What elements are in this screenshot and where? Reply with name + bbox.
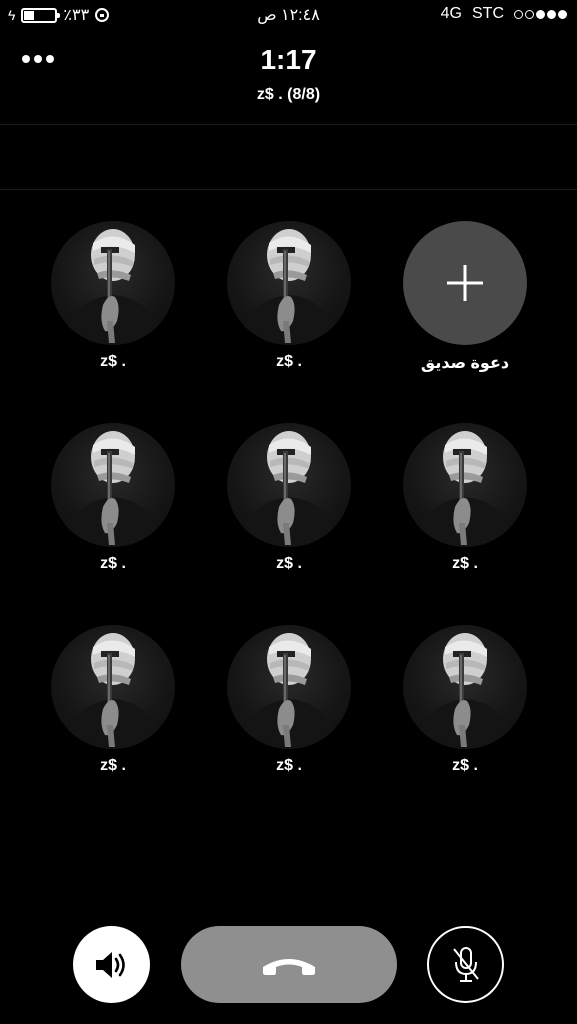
- invite-friend-label: دعوة صديق: [420, 355, 510, 372]
- avatar-image: [403, 625, 527, 749]
- avatar: [227, 221, 351, 345]
- participant-name: z$ .: [452, 555, 478, 572]
- phone-hangup-icon: [263, 958, 315, 975]
- section-divider: [0, 189, 577, 190]
- avatar: [403, 423, 527, 547]
- avatar: [403, 625, 527, 749]
- participant-name: z$ .: [100, 353, 126, 370]
- battery-fill: [24, 10, 35, 20]
- signal-strength-icon: [514, 9, 567, 19]
- status-right: 4G STC: [441, 5, 567, 23]
- status-bar: ϟ ٪٣٣ ١٢:٤٨ ص 4G STC: [0, 0, 577, 30]
- avatar-image: [227, 221, 351, 345]
- signal-dot: [558, 9, 567, 19]
- participant-name: z$ .: [276, 555, 302, 572]
- participant-name: z$ .: [100, 555, 126, 572]
- participant-tile[interactable]: z$ .: [51, 221, 175, 371]
- avatar-image: [227, 423, 351, 547]
- participant-tile[interactable]: z$ .: [51, 423, 175, 573]
- charging-icon: ϟ: [8, 7, 16, 23]
- signal-dot: [525, 9, 534, 19]
- avatar: [51, 625, 175, 749]
- avatar-image: [51, 221, 175, 345]
- participant-tile[interactable]: z$ .: [51, 625, 175, 775]
- participant-name: z$ .: [276, 757, 302, 774]
- avatar-image: [403, 423, 527, 547]
- avatar: [51, 221, 175, 345]
- mute-button[interactable]: [427, 926, 504, 1003]
- end-call-button[interactable]: [181, 926, 397, 1003]
- avatar: [227, 423, 351, 547]
- avatar-image: [227, 625, 351, 749]
- battery-percent: ٪٣٣: [63, 7, 90, 24]
- call-subtitle: z$ . (8/8): [256, 86, 321, 103]
- battery-icon: [21, 7, 61, 23]
- signal-dot: [514, 9, 523, 19]
- status-left: ϟ ٪٣٣: [8, 5, 110, 25]
- carrier-name: STC: [472, 5, 504, 22]
- speaker-icon: [95, 951, 125, 978]
- invite-friend-tile[interactable]: دعوة صديق: [403, 221, 527, 373]
- participant-tile[interactable]: z$ .: [227, 423, 351, 573]
- signal-dot: [547, 9, 556, 19]
- participant-tile[interactable]: z$ .: [227, 625, 351, 775]
- participant-name: z$ .: [276, 353, 302, 370]
- participant-name: z$ .: [100, 757, 126, 774]
- call-duration: 1:17: [260, 44, 317, 75]
- network-type: 4G: [440, 5, 462, 22]
- header-divider: [0, 124, 577, 125]
- mic-muted-icon: [452, 946, 479, 982]
- avatar: [51, 423, 175, 547]
- participant-tile[interactable]: z$ .: [403, 423, 527, 573]
- avatar-image: [51, 423, 175, 547]
- participant-tile[interactable]: z$ .: [227, 221, 351, 371]
- signal-dot: [536, 9, 545, 19]
- participant-tile[interactable]: z$ .: [403, 625, 527, 775]
- avatar: [227, 625, 351, 749]
- rotation-lock-icon: [95, 8, 110, 22]
- avatar-image: [51, 625, 175, 749]
- invite-friend-button[interactable]: [403, 221, 527, 345]
- speaker-button[interactable]: [73, 926, 150, 1003]
- participant-name: z$ .: [452, 757, 478, 774]
- plus-icon: [447, 265, 483, 301]
